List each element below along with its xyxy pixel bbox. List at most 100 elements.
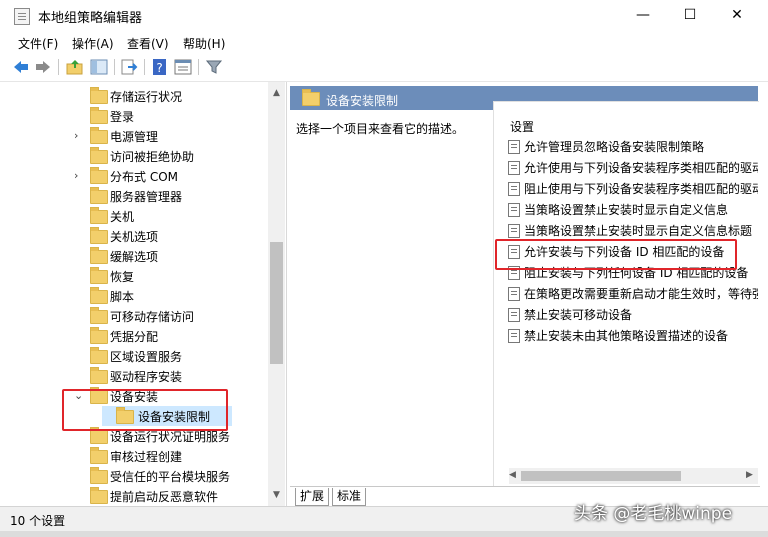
tree-item-label: 访问被拒绝协助: [110, 150, 195, 164]
toolbar-separator: [198, 59, 199, 75]
forward-icon[interactable]: [34, 58, 52, 76]
settings-column-header[interactable]: 设置: [510, 118, 534, 135]
setting-row[interactable]: 在策略更改需要重新启动才能生效时，等待强制重新启动的时间: [508, 283, 758, 303]
tree-item-label: 恢复: [110, 270, 135, 284]
properties-icon[interactable]: [174, 58, 192, 76]
scroll-left-icon[interactable]: ◀: [509, 470, 516, 480]
folder-icon: [90, 447, 108, 464]
tree-item[interactable]: 服务器管理器: [8, 186, 274, 206]
menu-action[interactable]: 操作(A): [72, 35, 114, 52]
toolbar: [0, 53, 768, 82]
minimize-button[interactable]: —: [620, 0, 666, 31]
policy-setting-icon: [508, 329, 520, 343]
filter-icon[interactable]: [205, 58, 223, 76]
tree-item[interactable]: 存储运行状况: [8, 86, 274, 106]
folder-icon: [90, 467, 108, 484]
setting-label: 允许管理员忽略设备安装限制策略: [524, 140, 705, 154]
menu-help[interactable]: 帮助(H): [183, 35, 225, 52]
tree-item[interactable]: › 电源管理: [8, 126, 274, 146]
folder-icon: [90, 247, 108, 264]
folder-icon: [90, 167, 108, 184]
setting-row[interactable]: 当策略设置禁止安装时显示自定义信息: [508, 199, 758, 219]
setting-label: 当策略设置禁止安装时显示自定义信息: [524, 203, 729, 217]
setting-label: 阻止使用与下列设备安装程序类相匹配的驱动程序安装设备: [524, 182, 758, 196]
setting-row[interactable]: 禁止安装可移动设备: [508, 304, 758, 324]
description-pane: [290, 110, 493, 486]
setting-row[interactable]: 禁止安装未由其他策略设置描述的设备: [508, 325, 758, 345]
tree-item[interactable]: 访问被拒绝协助: [8, 146, 274, 166]
tree-item-label: 审核过程创建: [110, 450, 183, 464]
tree-item[interactable]: 可移动存储访问: [8, 306, 274, 326]
setting-row[interactable]: 当策略设置禁止安装时显示自定义信息标题: [508, 220, 758, 240]
tree-item-label: 缓解选项: [110, 250, 159, 264]
highlight-box: [62, 389, 228, 431]
tree-item-label: 电源管理: [110, 130, 159, 144]
folder-icon: [90, 147, 108, 164]
tree-item[interactable]: 凭据分配: [8, 326, 274, 346]
scroll-down-icon[interactable]: ▼: [268, 490, 285, 500]
setting-row[interactable]: 允许使用与下列设备安装程序类相匹配的驱动程序安装设备: [508, 157, 758, 177]
tree-item[interactable]: 脚本: [8, 286, 274, 306]
tab-extended[interactable]: 扩展: [295, 488, 330, 506]
tree-item[interactable]: 关机: [8, 206, 274, 226]
tree-item[interactable]: 恢复: [8, 266, 274, 286]
setting-row[interactable]: 阻止使用与下列设备安装程序类相匹配的驱动程序安装设备: [508, 178, 758, 198]
tree-item-label: 分布式 COM: [110, 170, 178, 184]
settings-hscrollbar-thumb[interactable]: [521, 471, 681, 481]
tree-item-label: 关机选项: [110, 230, 159, 244]
close-button[interactable]: ✕: [714, 0, 760, 31]
folder-icon: [90, 267, 108, 284]
status-text: 10 个设置: [10, 514, 66, 528]
scroll-up-icon[interactable]: ▲: [268, 88, 285, 98]
tree-item[interactable]: 提前启动反恶意软件: [8, 486, 274, 506]
show-tree-icon[interactable]: [90, 58, 108, 76]
tree-scrollbar-thumb[interactable]: [270, 242, 283, 364]
policy-setting-icon: [508, 140, 520, 154]
tab-standard[interactable]: 标准: [332, 488, 367, 506]
folder-icon: [90, 367, 108, 384]
tree-item-label: 提前启动反恶意软件: [110, 490, 219, 504]
tree-item[interactable]: 关机选项: [8, 226, 274, 246]
maximize-button[interactable]: ☐: [667, 0, 713, 31]
setting-label: 禁止安装未由其他策略设置描述的设备: [524, 329, 729, 343]
tree-item-label: 登录: [110, 110, 135, 124]
policy-setting-icon: [508, 182, 520, 196]
tree-item[interactable]: 审核过程创建: [8, 446, 274, 466]
expand-arrow-icon[interactable]: ›: [74, 129, 78, 142]
scroll-right-icon[interactable]: ▶: [746, 470, 753, 480]
folder-icon: [90, 307, 108, 324]
tree-item[interactable]: 缓解选项: [8, 246, 274, 266]
toolbar-separator: [58, 59, 59, 75]
policy-setting-icon: [508, 203, 520, 217]
setting-row[interactable]: 允许管理员忽略设备安装限制策略: [508, 136, 758, 156]
menu-view[interactable]: 查看(V): [127, 35, 169, 52]
tree-item[interactable]: 驱动程序安装: [8, 366, 274, 386]
watermark-text: 头条 @老毛桃winpe: [574, 504, 733, 524]
help-icon[interactable]: ?: [151, 58, 169, 76]
export-icon[interactable]: [120, 58, 138, 76]
tree-item-label: 服务器管理器: [110, 190, 183, 204]
policy-setting-icon: [508, 161, 520, 175]
tree-item[interactable]: 登录: [8, 106, 274, 126]
tree-item[interactable]: › 分布式 COM: [8, 166, 274, 186]
setting-label: 允许使用与下列设备安装程序类相匹配的驱动程序安装设备: [524, 161, 758, 175]
back-icon[interactable]: [12, 58, 30, 76]
tree-item-label: 驱动程序安装: [110, 370, 183, 384]
setting-label: 在策略更改需要重新启动才能生效时，等待强制重新启动的时间: [524, 287, 758, 301]
folder-icon: [90, 227, 108, 244]
tree-item-label: 脚本: [110, 290, 135, 304]
tree-item[interactable]: 受信任的平台模块服务: [8, 466, 274, 486]
tree-item-label: 受信任的平台模块服务: [110, 470, 231, 484]
policy-setting-icon: [508, 308, 520, 322]
description-text: 选择一个项目来查看它的描述。: [296, 122, 465, 136]
app-icon: [14, 8, 30, 25]
up-folder-icon[interactable]: [66, 58, 84, 76]
policy-setting-icon: [508, 224, 520, 238]
tree-pane: 存储运行状况 登录 › 电源管理访问被拒绝协助 › 分布式 COM 服务器管理器关机关机选项…: [8, 82, 287, 506]
expand-arrow-icon[interactable]: ›: [74, 169, 78, 182]
menu-file[interactable]: 文件(F): [18, 35, 58, 52]
tree-item-label: 凭据分配: [110, 330, 159, 344]
tree-item-label: 存储运行状况: [110, 90, 183, 104]
tree-item[interactable]: 区域设置服务: [8, 346, 274, 366]
menu-bar: [0, 31, 768, 53]
